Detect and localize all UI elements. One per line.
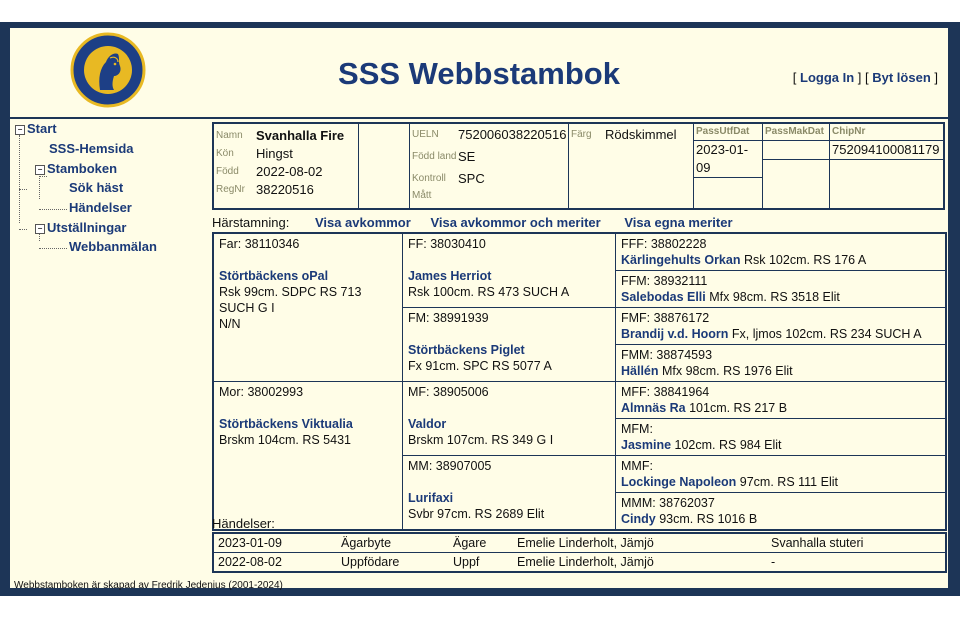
horse-identity-cell: Namn Svanhalla Fire Kön Hingst Född 2022-08…: [212, 122, 359, 210]
horse-ueln: 752006038220516: [458, 127, 567, 142]
ff-name[interactable]: James Herriot: [408, 268, 610, 284]
horse-color: Rödskimmel: [605, 127, 677, 142]
pedigree-ff: FF: 38030410 James Herriot Rsk 100cm. RS…: [402, 232, 616, 308]
page: SSS Webbstambok [ Logga In ] [ Byt lösen…: [10, 28, 948, 591]
horse-info-table: Namn Svanhalla Fire Kön Hingst Född 2022-08…: [212, 122, 945, 210]
collapse-icon[interactable]: −: [35, 224, 45, 234]
tree-item-search-horse[interactable]: Sök häst: [69, 180, 123, 195]
events-table: 2023-01-09 Ägarbyte Ägare Emelie Linderh…: [212, 532, 947, 573]
show-own-merits-link[interactable]: Visa egna meriter: [624, 215, 732, 230]
pedigree-sire: Far: 38110346 Störtbäckens oPal Rsk 99cm…: [212, 232, 403, 382]
tree-item-studbook[interactable]: − Stamboken: [35, 161, 117, 176]
horse-color-cell: Färg Rödskimmel: [568, 122, 694, 210]
show-offspring-merits-link[interactable]: Visa avkommor och meriter: [430, 215, 600, 230]
horse-regnr: 38220516: [256, 181, 314, 197]
mf-name[interactable]: Valdor: [408, 416, 610, 432]
mff-name[interactable]: Almnäs Ra: [621, 401, 686, 415]
pass-invalid-date: [763, 141, 829, 160]
horse-sex: Hingst: [256, 145, 293, 161]
mmf-name[interactable]: Lockinge Napoleon: [621, 475, 736, 489]
horse-born-country: SE: [458, 148, 476, 164]
pedigree-mff: MFF: 38841964 Almnäs Ra 101cm. RS 217 B: [615, 381, 947, 419]
header-divider: [10, 117, 948, 119]
events-heading: Händelser:: [212, 516, 275, 531]
mfm-name[interactable]: Jasmine: [621, 438, 671, 452]
sire-name[interactable]: Störtbäckens oPal: [219, 268, 397, 284]
dam-name[interactable]: Störtbäckens Viktualia: [219, 416, 397, 432]
tree-item-sss-home[interactable]: SSS-Hemsida: [49, 141, 134, 156]
tree-item-events[interactable]: Händelser: [69, 200, 132, 215]
pedigree-mfm: MFM: Jasmine 102cm. RS 984 Elit: [615, 418, 947, 456]
window-frame: SSS Webbstambok [ Logga In ] [ Byt lösen…: [0, 22, 960, 596]
change-password-link[interactable]: Byt lösen: [872, 70, 931, 85]
account-links: [ Logga In ] [ Byt lösen ]: [792, 70, 938, 85]
pedigree-fmf: FMF: 38876172 Brandij v.d. Hoorn Fx, ljm…: [615, 307, 947, 345]
login-link[interactable]: Logga In: [800, 70, 854, 85]
footer-credit: Webbstamboken är skapad av Fredrik Jeden…: [14, 580, 283, 591]
collapse-icon[interactable]: −: [35, 165, 45, 175]
mm-name[interactable]: Lurifaxi: [408, 490, 610, 506]
tree-item-start[interactable]: − Start: [15, 121, 57, 136]
pass-issued-date: 2023-01-09: [694, 141, 762, 178]
pedigree-fmm: FMM: 38874593 Hällén Mfx 98cm. RS 1976 E…: [615, 344, 947, 382]
chip-number: 752094100081179: [830, 141, 943, 160]
fmf-name[interactable]: Brandij v.d. Hoorn: [621, 327, 728, 341]
pedigree-dam: Mor: 38002993 Störtbäckens Viktualia Brs…: [212, 381, 403, 531]
table-row: 2022-08-02 Uppfödare Uppf Emelie Linderh…: [213, 552, 946, 572]
collapse-icon[interactable]: −: [15, 125, 25, 135]
fmm-name[interactable]: Hällén: [621, 364, 659, 378]
pass-issued-cell: PassUtfDat 2023-01-09: [693, 122, 763, 210]
fm-name[interactable]: Störtbäckens Piglet: [408, 342, 610, 358]
horse-name: Svanhalla Fire: [256, 127, 345, 143]
ffm-name[interactable]: Salebodas Elli: [621, 290, 706, 304]
pedigree-fff: FFF: 38802228 Kärlingehults Orkan Rsk 10…: [615, 232, 947, 271]
pedigree-mf: MF: 38905006 Valdor Brskm 107cm. RS 349 …: [402, 381, 616, 456]
tree-item-shows[interactable]: − Utställningar: [35, 220, 126, 235]
pedigree-mmf: MMF: Lockinge Napoleon 97cm. RS 111 Elit: [615, 455, 947, 493]
horse-control: SPC: [458, 170, 485, 186]
pedigree-mmm: MMM: 38762037 Cindy 93cm. RS 1016 B: [615, 492, 947, 531]
pedigree-fm: FM: 38991939 Störtbäckens Piglet Fx 91cm…: [402, 307, 616, 382]
tree-item-web-entry[interactable]: Webbanmälan: [69, 239, 157, 254]
fff-name[interactable]: Kärlingehults Orkan: [621, 253, 740, 267]
horse-registration-cell: UELN 752006038220516 Född land SE Kontroll…: [409, 122, 569, 210]
pedigree-mm: MM: 38907005 Lurifaxi Svbr 97cm. RS 2689…: [402, 455, 616, 531]
horse-born: 2022-08-02: [256, 163, 323, 179]
pedigree-bar: Härstamning: Visa avkommor Visa avkommor…: [212, 215, 733, 230]
pedigree-table: Far: 38110346 Störtbäckens oPal Rsk 99cm…: [212, 232, 947, 531]
chip-cell: ChipNr 752094100081179: [829, 122, 945, 210]
pedigree-ffm: FFM: 38932111 Salebodas Elli Mfx 98cm. R…: [615, 270, 947, 308]
mmm-name[interactable]: Cindy: [621, 512, 656, 526]
horse-photo-cell: [358, 122, 410, 210]
table-row: 2023-01-09 Ägarbyte Ägare Emelie Linderh…: [213, 532, 946, 553]
show-offspring-link[interactable]: Visa avkommor: [315, 215, 411, 230]
pass-invalid-cell: PassMakDat: [762, 122, 830, 210]
